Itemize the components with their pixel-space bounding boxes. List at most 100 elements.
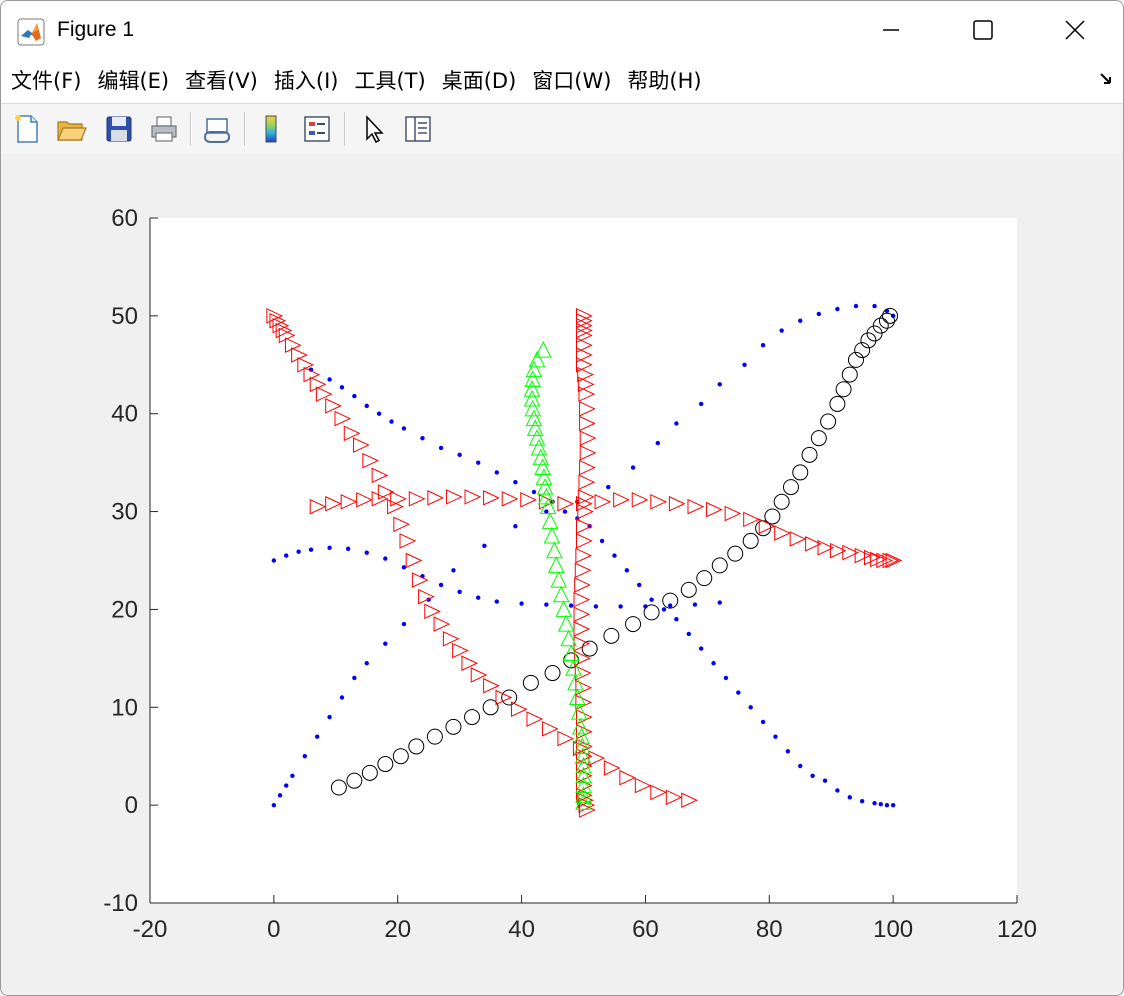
data-point-dot (277, 793, 283, 798)
data-point-dot (476, 460, 481, 465)
y-tick-label: 60 (111, 205, 138, 232)
data-point-dot (339, 385, 345, 390)
menu-bar: 文件(F) 编辑(E) 查看(V) 插入(I) 工具(T) 桌面(D) 窗口(W… (1, 59, 1123, 103)
data-point-dot (531, 489, 537, 495)
menu-edit[interactable]: 编辑(E) (89, 59, 177, 103)
data-point-dot (315, 734, 320, 739)
data-point-dot (339, 695, 345, 700)
data-point-dot (284, 783, 289, 788)
data-point-dot (271, 558, 277, 563)
new-figure-button[interactable] (7, 109, 47, 149)
data-point-dot (327, 377, 332, 382)
menu-insert[interactable]: 插入(I) (266, 59, 347, 103)
y-tick-label: 50 (111, 303, 138, 330)
data-point-dot (401, 621, 407, 627)
data-point-dot (884, 802, 890, 808)
window-title: Figure 1 (57, 18, 135, 41)
property-inspector-button[interactable] (398, 109, 438, 149)
y-tick-label: 40 (111, 401, 138, 428)
data-point-dot (599, 538, 605, 544)
menu-view[interactable]: 查看(V) (177, 59, 266, 103)
x-tick-label: 40 (508, 916, 535, 943)
data-point-dot (785, 749, 791, 754)
data-point-dot (630, 465, 636, 470)
data-point-dot (438, 582, 444, 588)
data-point-dot (798, 318, 803, 323)
dock-figure-icon[interactable] (1099, 71, 1115, 87)
close-button[interactable] (1029, 1, 1121, 59)
data-point-dot (389, 419, 394, 424)
data-point-dot (760, 343, 766, 348)
x-tick-label: 80 (756, 916, 783, 943)
insert-colorbar-icon (265, 115, 277, 143)
data-point-dot (810, 773, 815, 778)
link-plot-button[interactable] (197, 109, 237, 149)
data-point-dot (364, 550, 369, 555)
data-point-dot (798, 763, 803, 769)
insert-legend-button[interactable] (297, 109, 337, 149)
edit-plot-button[interactable] (353, 109, 393, 149)
toolbar-separator (190, 112, 192, 146)
data-point-dot (482, 543, 487, 549)
link-plot-icon (203, 118, 231, 143)
new-figure-icon (15, 115, 38, 143)
x-tick-label: 100 (873, 916, 913, 943)
maximize-button[interactable] (937, 1, 1029, 59)
figure-canvas[interactable]: -20 0 20 40 60 80 100 120 -10 0 10 20 30 40 50 60 (1, 154, 1123, 995)
data-point-dot (878, 801, 883, 807)
menu-help[interactable]: 帮助(H) (619, 59, 709, 103)
toolbar-separator (244, 112, 246, 146)
data-point-dot (364, 403, 369, 409)
data-point-dot (544, 509, 549, 514)
data-point-dot (457, 452, 462, 458)
menu-tools[interactable]: 工具(T) (346, 59, 433, 103)
data-point-dot (835, 306, 840, 312)
data-point-dot (674, 617, 679, 622)
data-point-dot (748, 705, 753, 710)
save-button[interactable] (99, 109, 139, 149)
maximize-icon (973, 20, 993, 40)
title-bar[interactable]: Figure 1 (1, 1, 1123, 59)
open-file-icon (57, 121, 87, 141)
figure-window: Figure 1 文件(F) 编辑(E) 查看(V) 插入(I) 工具(T) 桌… (0, 0, 1124, 996)
open-file-button[interactable] (51, 109, 91, 149)
matlab-logo-icon (17, 18, 45, 46)
data-point-dot (686, 631, 691, 637)
data-point-dot (698, 401, 704, 407)
data-point-dot (327, 545, 332, 550)
x-tick-label: 60 (632, 916, 659, 943)
menu-window[interactable]: 窗口(W) (524, 59, 619, 103)
data-point-dot (742, 362, 747, 367)
data-point-dot (345, 546, 351, 551)
x-tick-label: 0 (267, 916, 280, 943)
data-point-dot (420, 435, 425, 441)
data-point-dot (661, 607, 667, 612)
data-point-dot (290, 773, 295, 778)
y-tick-label: 0 (125, 792, 138, 819)
data-point-dot (618, 604, 623, 609)
minimize-icon (883, 29, 899, 31)
data-point-dot (760, 719, 766, 725)
menu-desktop[interactable]: 桌面(D) (434, 59, 525, 103)
insert-colorbar-button[interactable] (251, 109, 291, 149)
data-point-dot (513, 480, 518, 485)
data-point-dot (859, 799, 865, 804)
x-tick-label: 120 (997, 916, 1037, 943)
data-point-dot (376, 411, 382, 416)
data-point-dot (308, 547, 314, 552)
menu-file[interactable]: 文件(F) (1, 59, 89, 103)
data-point-dot (352, 675, 357, 681)
y-tick-label: 10 (111, 694, 138, 721)
data-point-dot (271, 802, 277, 808)
data-point-dot (612, 553, 617, 558)
data-point-dot (668, 603, 673, 608)
data-point-dot (519, 601, 524, 606)
data-point-dot (736, 690, 741, 695)
data-point-dot (476, 595, 481, 600)
scatter-plot[interactable]: -20 0 20 40 60 80 100 120 -10 0 10 20 30 40 50 60 (1, 154, 1123, 995)
minimize-button[interactable] (845, 1, 937, 59)
print-button[interactable] (144, 109, 184, 149)
data-point-dot (401, 565, 407, 570)
print-icon (151, 116, 177, 142)
data-point-dot (302, 754, 308, 759)
